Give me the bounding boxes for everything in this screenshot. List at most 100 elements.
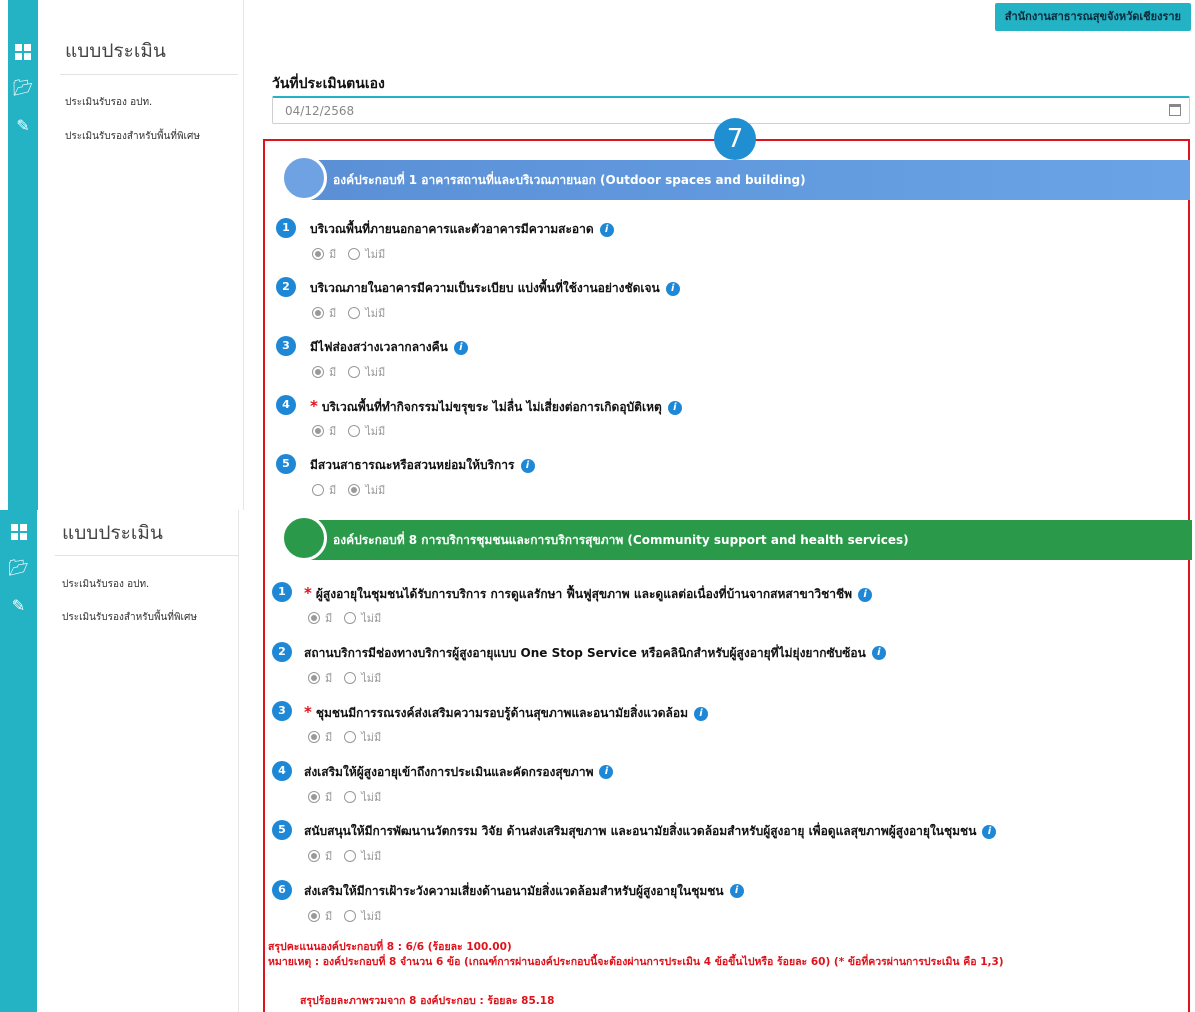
question-number: 1 — [276, 218, 296, 238]
radio-yes[interactable] — [308, 671, 320, 684]
radio-yes-label[interactable]: มี — [329, 366, 336, 379]
radio-no[interactable] — [344, 671, 357, 684]
info-icon[interactable]: i — [599, 222, 614, 237]
radio-no[interactable] — [348, 366, 361, 378]
question-text: มีไฟส่องสว่างเวลากลางคืน — [310, 340, 448, 354]
radio-no-label[interactable]: ไม่มี — [365, 366, 385, 379]
radio-yes-label[interactable]: มี — [325, 910, 332, 923]
info-icon[interactable]: i — [520, 458, 535, 473]
question-text: บริเวณพื้นที่ภายนอกอาคารและตัวอาคารมีควา… — [310, 222, 594, 236]
radio-yes-label[interactable]: มี — [325, 612, 332, 625]
question-text: มีสวนสาธารณะหรือสวนหย่อมให้บริการ — [310, 458, 515, 472]
radio-no-label[interactable]: ไม่มี — [361, 850, 381, 863]
radio-no-label[interactable]: ไม่มี — [365, 307, 385, 320]
sidebar-item-certify[interactable]: ประเมินรับรอง อปท. — [65, 95, 152, 110]
radio-no-label[interactable]: ไม่มี — [361, 612, 381, 625]
question-row: บริเวณภายในอาคารมีความเป็นระเบียบ แบ่งพื… — [310, 279, 680, 298]
component-8-title: องค์ประกอบที่ 8 การบริการชุมชนและการบริก… — [333, 533, 909, 547]
info-icon[interactable]: i — [729, 884, 744, 898]
sidebar-item-certify[interactable]: ประเมินรับรอง อปท. — [62, 577, 149, 592]
folder-icon[interactable]: 📂︎ — [13, 80, 33, 96]
info-icon[interactable]: i — [667, 400, 682, 415]
radio-no[interactable] — [344, 731, 357, 743]
radio-no[interactable] — [344, 612, 357, 624]
required-marker: * — [310, 397, 318, 415]
radio-no-label[interactable]: ไม่มี — [365, 484, 385, 497]
sidebar-title: แบบประเมิน — [62, 522, 163, 544]
radio-yes[interactable] — [308, 790, 320, 803]
radio-yes[interactable] — [312, 307, 324, 319]
question-number: 4 — [276, 395, 296, 415]
info-icon[interactable]: i — [665, 281, 680, 296]
component-8-header: องค์ประกอบที่ 8 การบริการชุมชนและการบริก… — [281, 515, 1192, 561]
radio-yes-label[interactable]: มี — [325, 672, 332, 685]
info-icon[interactable]: i — [982, 824, 997, 839]
info-icon[interactable]: i — [871, 646, 886, 660]
sidebar-title: แบบประเมิน — [65, 40, 166, 62]
answer-options: มี ไม่มี — [312, 304, 397, 322]
question-row: สถานบริการมีช่องทางบริการผู้สูงอายุแบบ O… — [304, 644, 886, 663]
radio-no[interactable] — [344, 790, 357, 803]
question-row: มีสวนสาธารณะหรือสวนหย่อมให้บริการ i — [310, 456, 535, 475]
date-value: 04/12/2568 — [285, 104, 355, 118]
question-row: * ผู้สูงอายุในชุมชนได้รับการบริการ การดูแ… — [304, 584, 873, 604]
radio-yes-label[interactable]: มี — [325, 731, 332, 744]
radio-yes[interactable] — [312, 248, 324, 260]
component-1-title: องค์ประกอบที่ 1 อาคารสถานที่และบริเวณภาย… — [333, 173, 806, 187]
radio-yes[interactable] — [312, 425, 324, 437]
score-note: หมายเหตุ : องค์ประกอบที่ 8 จำนวน 6 ข้อ (… — [268, 956, 1004, 968]
radio-yes-label[interactable]: มี — [329, 484, 336, 497]
answer-options: มี ไม่มี — [308, 907, 393, 925]
radio-no[interactable] — [344, 909, 357, 922]
radio-no-label[interactable]: ไม่มี — [365, 425, 385, 438]
radio-yes[interactable] — [312, 366, 324, 378]
question-number: 5 — [272, 820, 292, 840]
radio-no-label[interactable]: ไม่มี — [361, 791, 381, 804]
radio-yes-label[interactable]: มี — [329, 307, 336, 320]
radio-no[interactable] — [344, 850, 357, 862]
info-icon[interactable]: i — [694, 706, 708, 721]
divider — [238, 510, 239, 1012]
radio-no[interactable] — [348, 484, 361, 496]
question-row: * บริเวณพื้นที่ทำกิจกรรมไม่ขรุขระ ไม่ลื่น… — [310, 397, 682, 417]
question-row: * ชุมชนมีการรณรงค์ส่งเสริมความรอบรู้ด้านส… — [304, 703, 708, 723]
radio-no[interactable] — [348, 425, 361, 437]
question-number: 6 — [272, 879, 292, 900]
question-number: 1 — [272, 582, 292, 602]
answer-options: มี ไม่มี — [312, 422, 397, 440]
radio-yes[interactable] — [308, 612, 320, 624]
radio-yes-label[interactable]: มี — [329, 248, 336, 261]
radio-no[interactable] — [348, 248, 361, 260]
radio-no[interactable] — [348, 307, 361, 319]
calendar-icon[interactable] — [1169, 104, 1181, 116]
radio-yes-label[interactable]: มี — [325, 850, 332, 863]
divider — [60, 74, 238, 75]
date-label: วันที่ประเมินตนเอง — [272, 76, 385, 92]
dashboard-icon[interactable] — [10, 524, 27, 540]
question-number: 3 — [272, 701, 292, 721]
required-marker: * — [304, 703, 312, 721]
answer-options: มี ไม่มี — [308, 728, 393, 746]
radio-yes[interactable] — [308, 731, 320, 743]
radio-yes[interactable] — [312, 484, 324, 496]
edit-icon[interactable]: ✎ — [16, 118, 29, 134]
question-text: ชุมชนมีการรณรงค์ส่งเสริมความรอบรู้ด้านสุ… — [315, 706, 688, 720]
dashboard-icon[interactable] — [15, 44, 31, 60]
radio-yes[interactable] — [308, 850, 320, 862]
radio-yes[interactable] — [308, 909, 320, 922]
sidebar-item-special-area[interactable]: ประเมินรับรองสำหรับพื้นที่พิเศษ — [65, 129, 200, 144]
radio-no-label[interactable]: ไม่มี — [365, 248, 385, 261]
info-icon[interactable]: i — [599, 765, 614, 779]
sidebar-item-special-area[interactable]: ประเมินรับรองสำหรับพื้นที่พิเศษ — [62, 610, 197, 625]
radio-no-label[interactable]: ไม่มี — [361, 731, 381, 744]
radio-no-label[interactable]: ไม่มี — [361, 910, 381, 923]
edit-icon[interactable]: ✎ — [12, 598, 25, 614]
info-icon[interactable]: i — [858, 587, 873, 602]
folder-icon[interactable]: 📂︎ — [8, 560, 28, 576]
radio-yes-label[interactable]: มี — [325, 791, 332, 804]
radio-no-label[interactable]: ไม่มี — [361, 672, 381, 685]
info-icon[interactable]: i — [453, 340, 468, 355]
question-text: ส่งเสริมให้ผู้สูงอายุเข้าถึงการประเมินแล… — [304, 764, 594, 779]
organization-badge: สำนักงานสาธารณสุขจังหวัดเชียงราย — [994, 3, 1191, 31]
radio-yes-label[interactable]: มี — [329, 425, 336, 438]
